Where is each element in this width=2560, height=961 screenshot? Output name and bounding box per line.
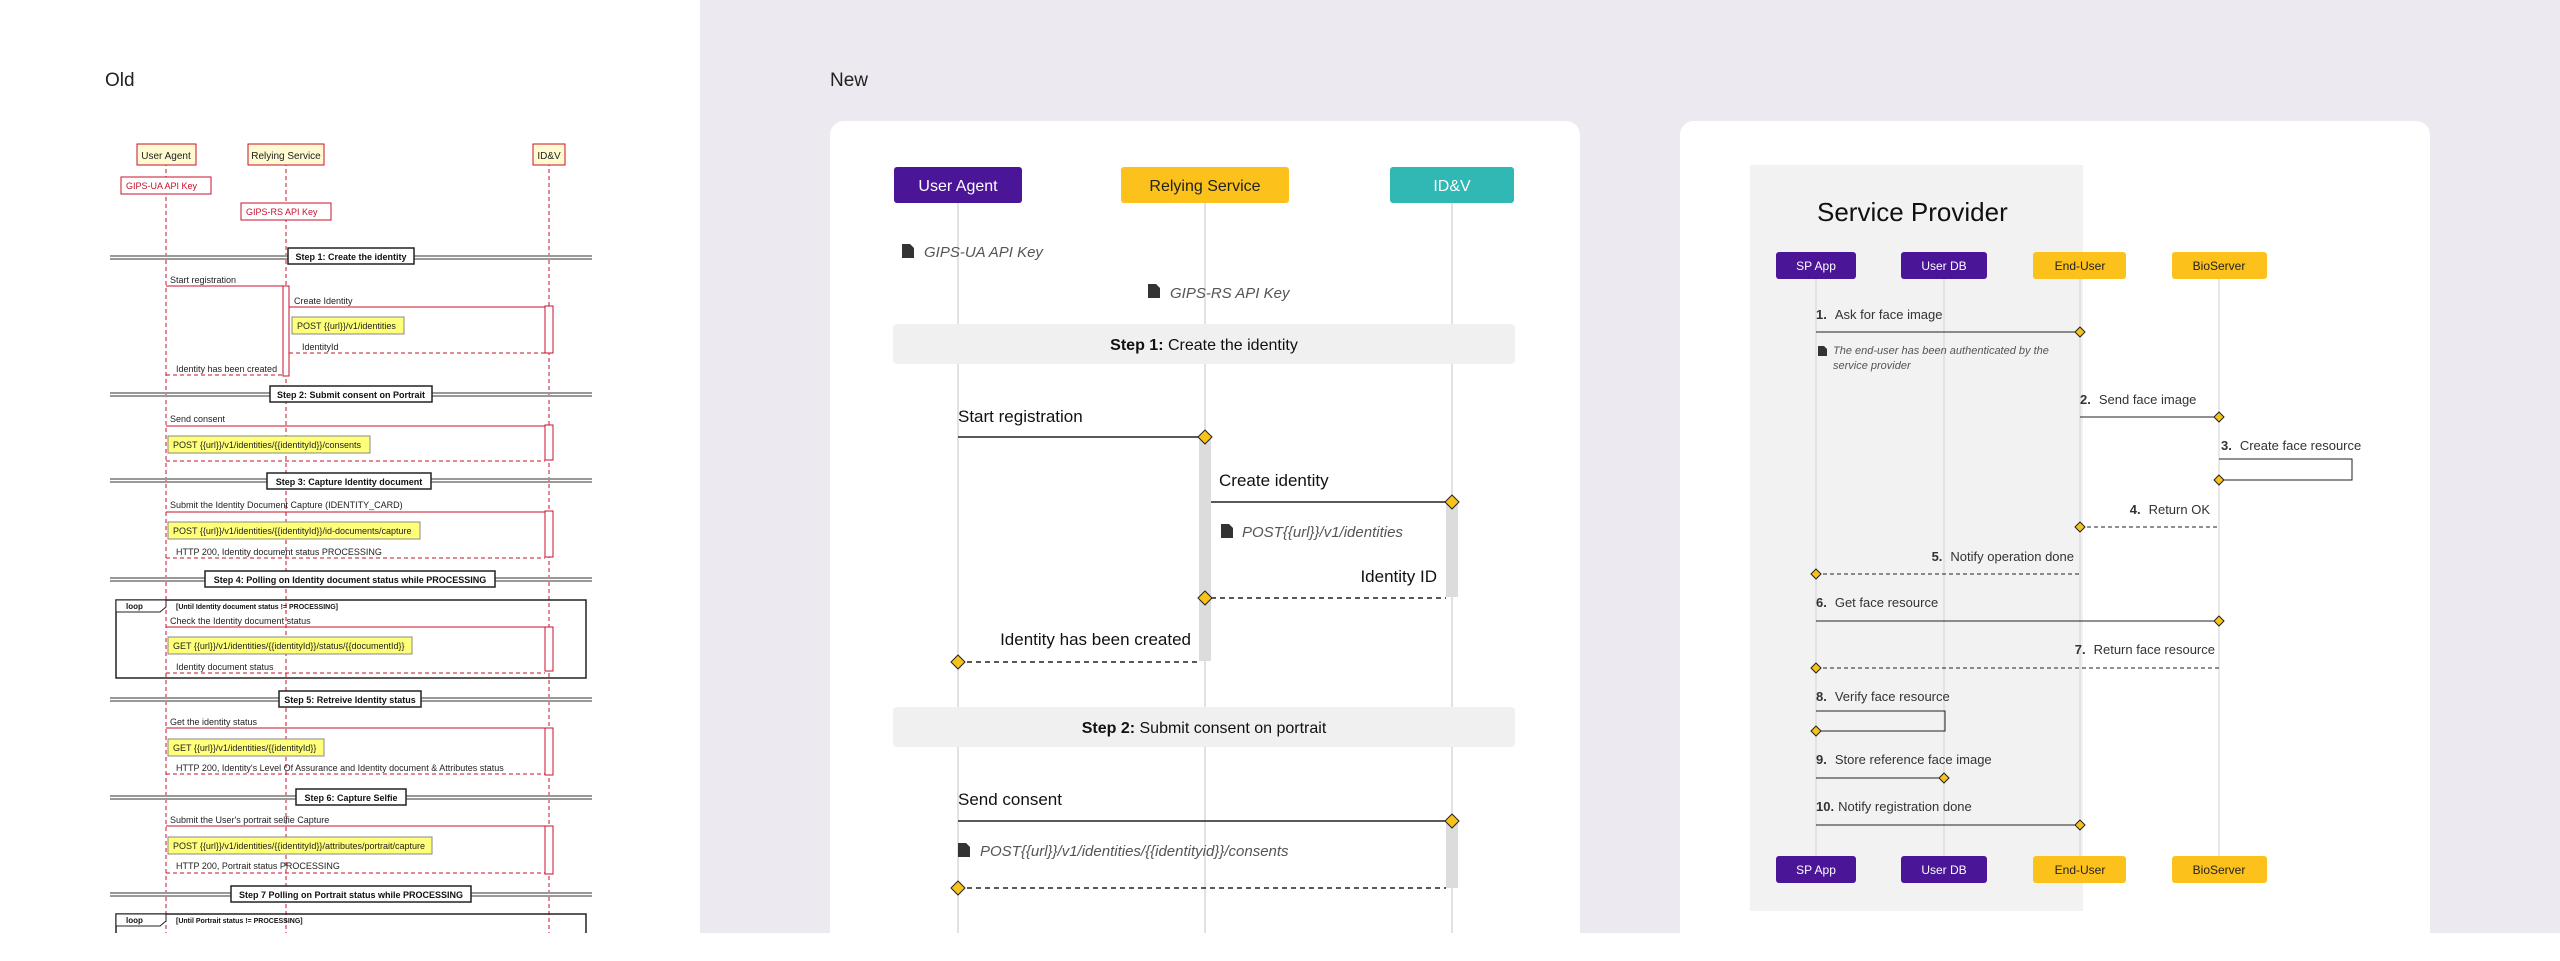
old-step-2: Step 2: Submit consent on Portrait — [277, 390, 425, 400]
message-identity-id: Identity ID — [1360, 567, 1437, 586]
participant-sp-app-bottom: SP App — [1796, 863, 1836, 877]
message-diamond — [2213, 474, 2225, 486]
old-message: GET {{url}}/v1/identities/{{identityId}}… — [173, 641, 405, 651]
old-message: Check the Identity document status — [170, 616, 311, 626]
old-loop-label: loop — [126, 602, 143, 611]
step-2-title: Step 2: Submit consent on portrait — [1082, 720, 1327, 737]
old-note-rs-key: GIPS-RS API Key — [246, 207, 318, 217]
note-icon — [1221, 524, 1233, 538]
old-message: Identity has been created — [176, 364, 277, 374]
participant-user-agent: User Agent — [918, 178, 998, 195]
old-message: Send consent — [170, 414, 226, 424]
old-message: Submit the Identity Document Capture (ID… — [170, 500, 403, 510]
participant-end-user-bottom: End-User — [2055, 863, 2106, 877]
old-activation — [544, 825, 554, 875]
old-loop-condition: [Until Identity document status != PROCE… — [176, 604, 338, 611]
old-diagram: User Agent Relying Service ID&V GIPS-UA … — [110, 143, 592, 933]
message-5: 5. Notify operation done — [1932, 549, 2074, 564]
message-2: 2. Send face image — [2080, 392, 2196, 407]
message-diamond — [950, 880, 966, 896]
old-activation — [282, 285, 290, 377]
old-message: Submit the User's portrait selfie Captur… — [170, 815, 329, 825]
message-diamond — [2213, 615, 2225, 627]
participant-end-user: End-User — [2055, 259, 2106, 273]
old-activation — [544, 626, 554, 672]
old-step-1: Step 1: Create the identity — [295, 252, 406, 262]
old-message: GET {{url}}/v1/identities/{{identityId}} — [173, 743, 316, 753]
old-activation — [544, 305, 554, 354]
participant-sp-app: SP App — [1796, 259, 1836, 273]
message-7: 7. Return face resource — [2075, 642, 2215, 657]
old-participant-idv: ID&V — [537, 151, 561, 162]
message-start-registration: Start registration — [958, 407, 1083, 426]
note-icon — [1148, 284, 1160, 298]
participant-user-db: User DB — [1921, 259, 1966, 273]
message-1: 1. Ask for face image — [1816, 307, 1943, 322]
service-provider-card: Service Provider SP App User DB End-User… — [1680, 121, 2430, 961]
message-4: 4. Return OK — [2130, 502, 2211, 517]
message-10: 10. Notify registration done — [1816, 799, 1972, 814]
old-message: Create Identity — [294, 296, 353, 306]
participant-user-db-bottom: User DB — [1921, 863, 1966, 877]
activation-bar — [1446, 503, 1458, 597]
service-provider-title: Service Provider — [1817, 197, 2008, 227]
message-diamond — [2213, 411, 2225, 423]
old-message: Start registration — [170, 275, 236, 285]
old-activation — [544, 424, 554, 461]
old-message: POST {{url}}/v1/identities — [297, 321, 396, 331]
note-icon — [902, 244, 914, 258]
old-step-4: Step 4: Polling on Identity document sta… — [214, 575, 487, 585]
old-message: POST {{url}}/v1/identities/{{identityId}… — [173, 526, 412, 536]
old-pane: Old User Agent Relying Service ID&V GIPS… — [0, 0, 700, 933]
old-message: IdentityId — [302, 342, 339, 352]
message-diamond — [950, 654, 966, 670]
participant-bioserver: BioServer — [2193, 259, 2246, 273]
old-activation — [544, 727, 554, 776]
old-loop-label: loop — [126, 916, 143, 925]
message-post-consents: POST{{url}}/v1/identities/{{identityid}}… — [980, 843, 1289, 860]
activation-bar — [1446, 822, 1458, 888]
old-loop-condition: [Until Portrait status != PROCESSING] — [176, 918, 303, 925]
old-message: POST {{url}}/v1/identities/{{identityId}… — [173, 841, 425, 851]
message-3: 3. Create face resource — [2221, 438, 2361, 453]
service-provider-diagram: Service Provider SP App User DB End-User… — [1750, 165, 2361, 911]
old-message: Identity document status — [176, 662, 274, 672]
new-diagram-card: User Agent Relying Service ID&V GIPS-UA … — [830, 121, 1580, 961]
new-pane: New User Agent Relying Service ID&V GIPS… — [700, 0, 2560, 961]
message-self-arrow — [2219, 458, 2353, 481]
new-sequence-diagram: User Agent Relying Service ID&V GIPS-UA … — [893, 167, 1515, 933]
message-identity-created: Identity has been created — [1000, 630, 1191, 649]
old-message: POST {{url}}/v1/identities/{{identityId}… — [173, 440, 361, 450]
message-post-identities: POST{{url}}/v1/identities — [1242, 524, 1403, 541]
message-9: 9. Store reference face image — [1816, 752, 1992, 767]
step-1-title: Step 1: Create the identity — [1110, 337, 1298, 354]
note-rs-key: GIPS-RS API Key — [1170, 285, 1291, 302]
old-step-7: Step 7 Polling on Portrait status while … — [239, 890, 463, 900]
old-note-ua-key: GIPS-UA API Key — [126, 181, 198, 191]
participant-idv: ID&V — [1433, 178, 1471, 195]
old-activation — [544, 510, 554, 558]
message-create-identity: Create identity — [1219, 471, 1329, 490]
note-line-2: service provider — [1833, 360, 1912, 372]
note-line-1: The end-user has been authenticated by t… — [1833, 345, 2049, 357]
note-ua-key: GIPS-UA API Key — [924, 244, 1044, 261]
old-participant-relying-service: Relying Service — [251, 151, 321, 162]
note-icon — [958, 843, 970, 857]
participant-bioserver-bottom: BioServer — [2193, 863, 2246, 877]
message-6: 6. Get face resource — [1816, 595, 1938, 610]
old-message: Get the identity status — [170, 717, 258, 727]
message-send-consent: Send consent — [958, 790, 1062, 809]
new-title: New — [830, 70, 869, 91]
old-step-6: Step 6: Capture Selfie — [304, 793, 397, 803]
old-participant-user-agent: User Agent — [141, 151, 191, 162]
old-step-3: Step 3: Capture Identity document — [276, 477, 423, 487]
old-step-5: Step 5: Retreive Identity status — [284, 695, 416, 705]
old-message: HTTP 200, Identity document status PROCE… — [176, 547, 382, 557]
participant-relying-service: Relying Service — [1149, 178, 1260, 195]
old-message: HTTP 200, Identity's Level Of Assurance … — [176, 763, 504, 773]
message-8: 8. Verify face resource — [1816, 689, 1950, 704]
activation-bar — [1199, 439, 1211, 661]
old-message: HTTP 200, Portrait status PROCESSING — [176, 861, 340, 871]
